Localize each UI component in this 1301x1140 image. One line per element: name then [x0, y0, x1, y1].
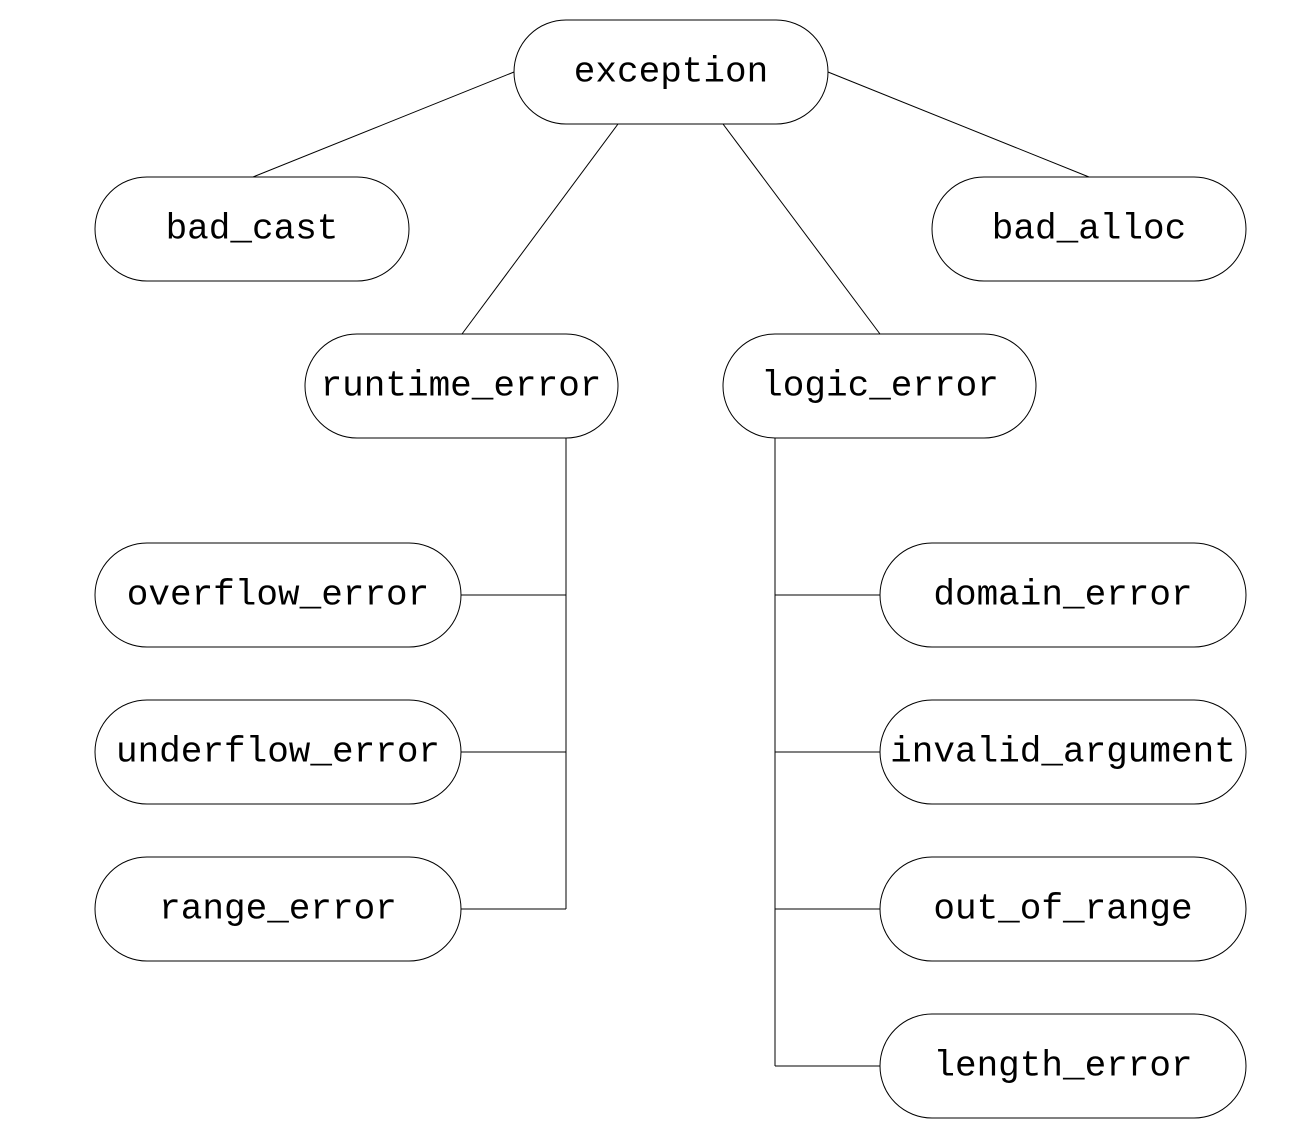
node-domain-error: domain_error: [879, 542, 1247, 648]
edge-exception-runtime-error: [461, 123, 619, 335]
node-label: range_error: [159, 889, 397, 930]
node-bad-cast: bad_cast: [94, 176, 410, 282]
node-label: bad_alloc: [992, 209, 1186, 250]
exception-hierarchy-diagram: exception bad_cast bad_alloc runtime_err…: [94, 19, 1247, 1119]
node-bad-alloc: bad_alloc: [931, 176, 1247, 282]
node-label: logic_error: [761, 366, 999, 407]
node-label: runtime_error: [321, 366, 602, 407]
node-underflow-error: underflow_error: [94, 699, 462, 805]
edge-exception-bad-cast: [252, 71, 515, 178]
node-label: bad_cast: [166, 209, 339, 250]
edge-exception-bad-alloc: [827, 71, 1090, 178]
node-label: underflow_error: [116, 732, 440, 773]
node-label: exception: [574, 52, 768, 93]
node-label: domain_error: [933, 575, 1192, 616]
node-exception: exception: [513, 19, 829, 125]
node-runtime-error: runtime_error: [304, 333, 619, 439]
node-label: invalid_argument: [890, 732, 1236, 773]
node-length-error: length_error: [879, 1013, 1247, 1119]
node-label: out_of_range: [933, 889, 1192, 930]
node-invalid-argument: invalid_argument: [879, 699, 1247, 805]
node-label: overflow_error: [127, 575, 429, 616]
edge-exception-logic-error: [722, 123, 881, 335]
node-label: length_error: [933, 1046, 1192, 1087]
node-out-of-range: out_of_range: [879, 856, 1247, 962]
node-range-error: range_error: [94, 856, 462, 962]
node-overflow-error: overflow_error: [94, 542, 462, 648]
node-logic-error: logic_error: [722, 333, 1037, 439]
